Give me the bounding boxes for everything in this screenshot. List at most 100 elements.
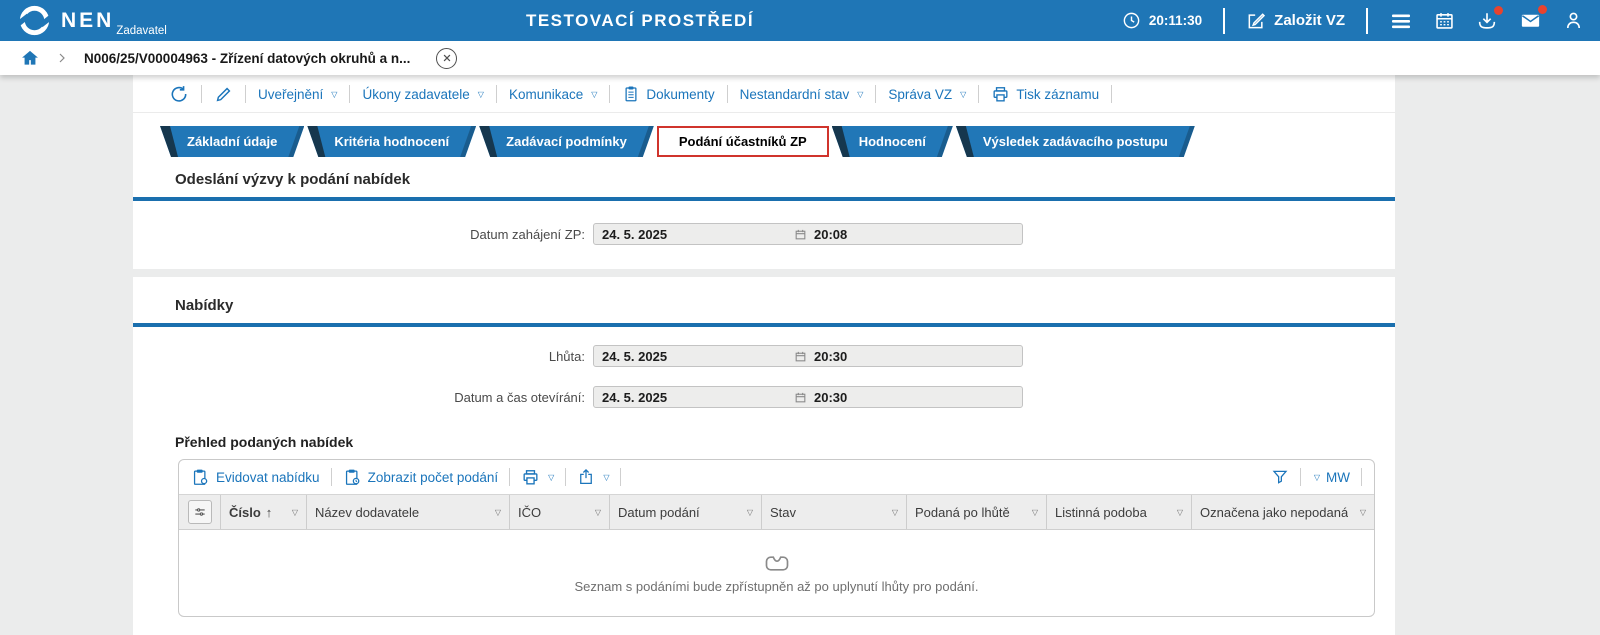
nen-brand[interactable]: NEN Zadavatel — [0, 2, 167, 39]
grid-toolbar-left: Evidovat nabídku Zobrazit počet podání ▽… — [191, 468, 622, 487]
menu-nestandardni-stav[interactable]: Nestandardní stav ▽ — [740, 87, 864, 102]
column-header-nazev-dodavatele[interactable]: Název dodavatele ▽ — [307, 495, 510, 529]
brand-text: NEN Zadavatel — [61, 10, 167, 37]
grid-empty-state: Seznam s podáními bude zpřístupněn až po… — [179, 530, 1374, 616]
toolbar-divider — [609, 85, 611, 103]
toolbar-divider — [1299, 468, 1301, 486]
tab-zadavaci-podminky[interactable]: Zadávací podmínky — [479, 126, 654, 157]
grid-export-button[interactable]: ▽ — [577, 468, 609, 486]
menu-label: Uveřejnění — [258, 86, 324, 102]
home-icon[interactable] — [20, 48, 40, 68]
menu-ukony-zadavatele[interactable]: Úkony zadavatele ▽ — [362, 87, 483, 102]
user-profile-icon[interactable] — [1563, 10, 1584, 31]
column-settings-cell — [179, 495, 221, 529]
tab-kriteria-hodnoceni[interactable]: Kritéria hodnocení — [307, 126, 476, 157]
messages-button[interactable] — [1519, 5, 1547, 32]
column-header-listinna-podoba[interactable]: Listinná podoba ▽ — [1047, 495, 1192, 529]
column-label: Číslo — [229, 504, 261, 520]
breadcrumb-current-record[interactable]: N006/25/V00004963 - Zřízení datových okr… — [84, 51, 410, 66]
environment-title: TESTOVACÍ PROSTŘEDÍ — [525, 10, 755, 30]
date-value: 24. 5. 2025 — [602, 389, 668, 405]
field-label: Datum a čas otevírání: — [454, 389, 585, 405]
close-record-button[interactable] — [436, 47, 458, 69]
refresh-button[interactable] — [169, 84, 189, 104]
column-header-stav[interactable]: Stav ▽ — [762, 495, 907, 529]
tab-podani-ucastniku-zp[interactable]: Podání účastníků ZP — [656, 126, 829, 157]
calendar-icon[interactable] — [1434, 10, 1455, 31]
print-record-button[interactable]: Tisk záznamu — [991, 85, 1099, 104]
column-filter-icon[interactable]: ▽ — [1171, 508, 1183, 517]
field-datum-zahajeni-zp: Datum zahájení ZP: 24. 5. 2025 20:08 — [133, 223, 1395, 245]
calendar-icon — [795, 392, 806, 402]
tab-hodnoceni[interactable]: Hodnocení — [832, 126, 953, 157]
date-value: 24. 5. 2025 — [602, 348, 668, 364]
header-divider — [1223, 7, 1226, 34]
menu-label: Dokumenty — [646, 86, 715, 102]
column-filter-icon[interactable]: ▽ — [886, 508, 898, 517]
tab-label: Zadávací podmínky — [506, 134, 627, 149]
column-filter-icon[interactable]: ▽ — [286, 508, 298, 517]
edit-button[interactable] — [214, 85, 233, 104]
menu-label: Komunikace — [508, 86, 584, 102]
chevron-down-icon: ▽ — [1313, 472, 1320, 482]
record-panel: Uveřejnění ▽ Úkony zadavatele ▽ Komunikace… — [133, 75, 1395, 269]
column-settings-button[interactable] — [187, 500, 212, 524]
column-label: IČO — [518, 504, 542, 520]
menu-sprava-vz[interactable]: Správa VZ ▽ — [888, 87, 966, 102]
column-header-ico[interactable]: IČO ▽ — [510, 495, 610, 529]
field-datum-oteviranie: Datum a čas otevírání: 24. 5. 2025 20:30 — [133, 386, 1395, 408]
datum-zahajeni-input[interactable]: 24. 5. 2025 20:08 — [593, 223, 1023, 245]
menu-dokumenty[interactable]: Dokumenty — [622, 85, 715, 103]
lhuta-input[interactable]: 24. 5. 2025 20:30 — [593, 345, 1023, 367]
sliders-icon — [194, 508, 205, 516]
create-vz-button[interactable]: Založit VZ — [1246, 11, 1345, 31]
record-toolbar: Uveřejnění ▽ Úkony zadavatele ▽ Komunikace… — [133, 75, 1395, 113]
column-header-cislo[interactable]: Číslo ↑ ▽ — [221, 495, 307, 529]
empty-envelope-icon — [765, 555, 788, 571]
toolbar-divider — [1361, 468, 1362, 486]
tab-vysledek-zadavaciho-postupu[interactable]: Výsledek zadávacího postupu — [956, 126, 1195, 157]
column-label: Označena jako nepodaná — [1200, 504, 1349, 520]
filter-icon[interactable] — [1271, 468, 1289, 486]
mail-notification-dot — [1538, 5, 1547, 14]
column-filter-icon[interactable]: ▽ — [489, 508, 501, 517]
otevirani-input[interactable]: 24. 5. 2025 20:30 — [593, 386, 1023, 408]
column-filter-icon[interactable]: ▽ — [589, 508, 601, 517]
tab-zakladni-udaje[interactable]: Základní údaje — [160, 126, 304, 157]
field-label: Lhůta: — [548, 348, 585, 364]
refresh-icon — [171, 86, 187, 102]
menu-icon[interactable] — [1389, 9, 1413, 33]
button-label: Zobrazit počet podání — [367, 469, 499, 485]
field-lhuta: Lhůta: 24. 5. 2025 20:30 — [133, 345, 1395, 367]
nabidky-panel: Nabídky Lhůta: 24. 5. 2025 20:30 Datum a… — [133, 277, 1395, 635]
printer-icon — [993, 86, 1008, 102]
column-filter-icon[interactable]: ▽ — [1026, 508, 1038, 517]
chevron-down-icon: ▽ — [477, 89, 484, 99]
grid-header-row: Číslo ↑ ▽ Název dodavatele ▽ IČO ▽ Datum… — [179, 494, 1374, 530]
breadcrumb: N006/25/V00004963 - Zřízení datových okr… — [0, 41, 1600, 75]
menu-uverejneni[interactable]: Uveřejnění ▽ — [258, 87, 337, 102]
evidovat-nabidku-button[interactable]: Evidovat nabídku — [191, 468, 320, 487]
record-tab-bar: Základní údaje Kritéria hodnocení Zadáva… — [160, 126, 1395, 157]
table-title: Přehled podaných nabídek — [175, 434, 354, 450]
mw-view-button[interactable]: ▽ MW — [1312, 470, 1350, 485]
document-icon — [625, 86, 637, 102]
toolbar-divider — [726, 85, 728, 103]
column-header-datum-podani[interactable]: Datum podání ▽ — [610, 495, 762, 529]
menu-komunikace[interactable]: Komunikace ▽ — [509, 87, 597, 102]
downloads-button[interactable] — [1476, 5, 1503, 32]
sort-asc-icon: ↑ — [265, 504, 273, 520]
column-header-podana-po-lhute[interactable]: Podaná po lhůtě ▽ — [907, 495, 1047, 529]
clipboard-clock-icon — [345, 469, 359, 485]
clipboard-gear-icon — [193, 469, 208, 485]
menu-label: Tisk záznamu — [1016, 86, 1100, 102]
toolbar-divider — [875, 85, 877, 103]
zobrazit-pocet-podani-button[interactable]: Zobrazit počet podání — [343, 468, 499, 487]
grid-print-button[interactable]: ▽ — [521, 468, 554, 487]
column-filter-icon[interactable]: ▽ — [1354, 508, 1366, 517]
toolbar-divider — [620, 468, 622, 486]
column-header-oznacena-jako-nepodana[interactable]: Označena jako nepodaná ▽ — [1192, 495, 1374, 529]
time-value: 20:08 — [814, 226, 848, 242]
column-filter-icon[interactable]: ▽ — [741, 508, 753, 517]
chevron-down-icon: ▽ — [331, 89, 338, 99]
